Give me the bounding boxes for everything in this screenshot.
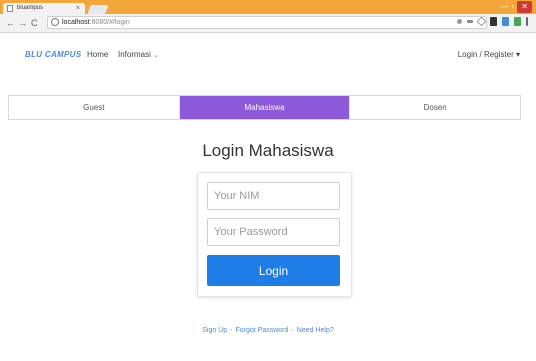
browser-titlebar: bluampus × — ▫ ✕ bbox=[0, 0, 536, 14]
forward-arrow-icon[interactable]: → bbox=[18, 17, 27, 29]
forgot-password-link[interactable]: Forgot Password bbox=[236, 327, 289, 334]
chevron-down-icon: ⌄ bbox=[153, 52, 160, 59]
site-info-icon[interactable] bbox=[51, 18, 59, 26]
password-input[interactable] bbox=[207, 218, 340, 246]
minimize-button[interactable]: — bbox=[500, 1, 508, 13]
window-controls: — ▫ ✕ bbox=[500, 1, 532, 13]
nim-input[interactable] bbox=[207, 182, 340, 210]
bookmark-star-icon[interactable] bbox=[476, 16, 487, 27]
extension-blue-icon[interactable] bbox=[502, 17, 509, 26]
separator: - bbox=[291, 327, 294, 334]
url-path: :8080/#/login bbox=[89, 19, 130, 26]
extension-icons bbox=[457, 16, 528, 27]
url-host: localhost bbox=[62, 19, 90, 26]
nav-home-link[interactable]: Home bbox=[87, 50, 108, 59]
extension-dark-icon[interactable] bbox=[490, 17, 497, 26]
tab-title: bluampus bbox=[17, 5, 44, 11]
login-register-dropdown[interactable]: Login / Register ▾ bbox=[458, 50, 520, 59]
separator: - bbox=[230, 327, 233, 334]
address-bar[interactable]: localhost:8080/#/login bbox=[47, 16, 487, 29]
login-button[interactable]: Login bbox=[207, 255, 340, 286]
address-url: localhost:8080/#/login bbox=[62, 17, 130, 28]
menu-kebab-icon[interactable] bbox=[526, 17, 528, 26]
tab-guest[interactable]: Guest bbox=[9, 96, 180, 119]
login-card: Login bbox=[197, 172, 352, 297]
nav-informasi-label: Informasi bbox=[118, 50, 151, 59]
share-icon[interactable] bbox=[467, 20, 473, 23]
browser-toolbar: ← → C localhost:8080/#/login bbox=[0, 14, 536, 33]
nav-informasi-dropdown[interactable]: Informasi ⌄ bbox=[118, 50, 159, 59]
brand-logo[interactable]: BLU CAMPUS bbox=[25, 50, 81, 59]
footer-links: Sign Up - Forgot Password - Need Help? bbox=[0, 327, 536, 334]
extension-green-icon[interactable] bbox=[514, 17, 521, 26]
tab-dosen[interactable]: Dosen bbox=[350, 96, 520, 119]
signup-link[interactable]: Sign Up bbox=[202, 327, 227, 334]
page-favicon-icon bbox=[7, 5, 13, 12]
page-title: Login Mahasiswa bbox=[202, 141, 334, 160]
tab-mahasiswa[interactable]: Mahasiswa bbox=[179, 96, 351, 119]
back-arrow-icon[interactable]: ← bbox=[6, 17, 15, 29]
tab-close-icon[interactable]: × bbox=[76, 3, 80, 14]
browser-tab[interactable]: bluampus × bbox=[3, 3, 85, 14]
role-tabs: Guest Mahasiswa Dosen bbox=[8, 95, 521, 120]
maximize-button[interactable]: ▫ bbox=[511, 1, 514, 13]
need-help-link[interactable]: Need Help? bbox=[297, 327, 334, 334]
new-tab-button[interactable] bbox=[87, 5, 109, 14]
zoom-icon[interactable] bbox=[457, 19, 462, 24]
reload-icon[interactable]: C bbox=[31, 17, 38, 29]
close-window-button[interactable]: ✕ bbox=[517, 1, 532, 13]
